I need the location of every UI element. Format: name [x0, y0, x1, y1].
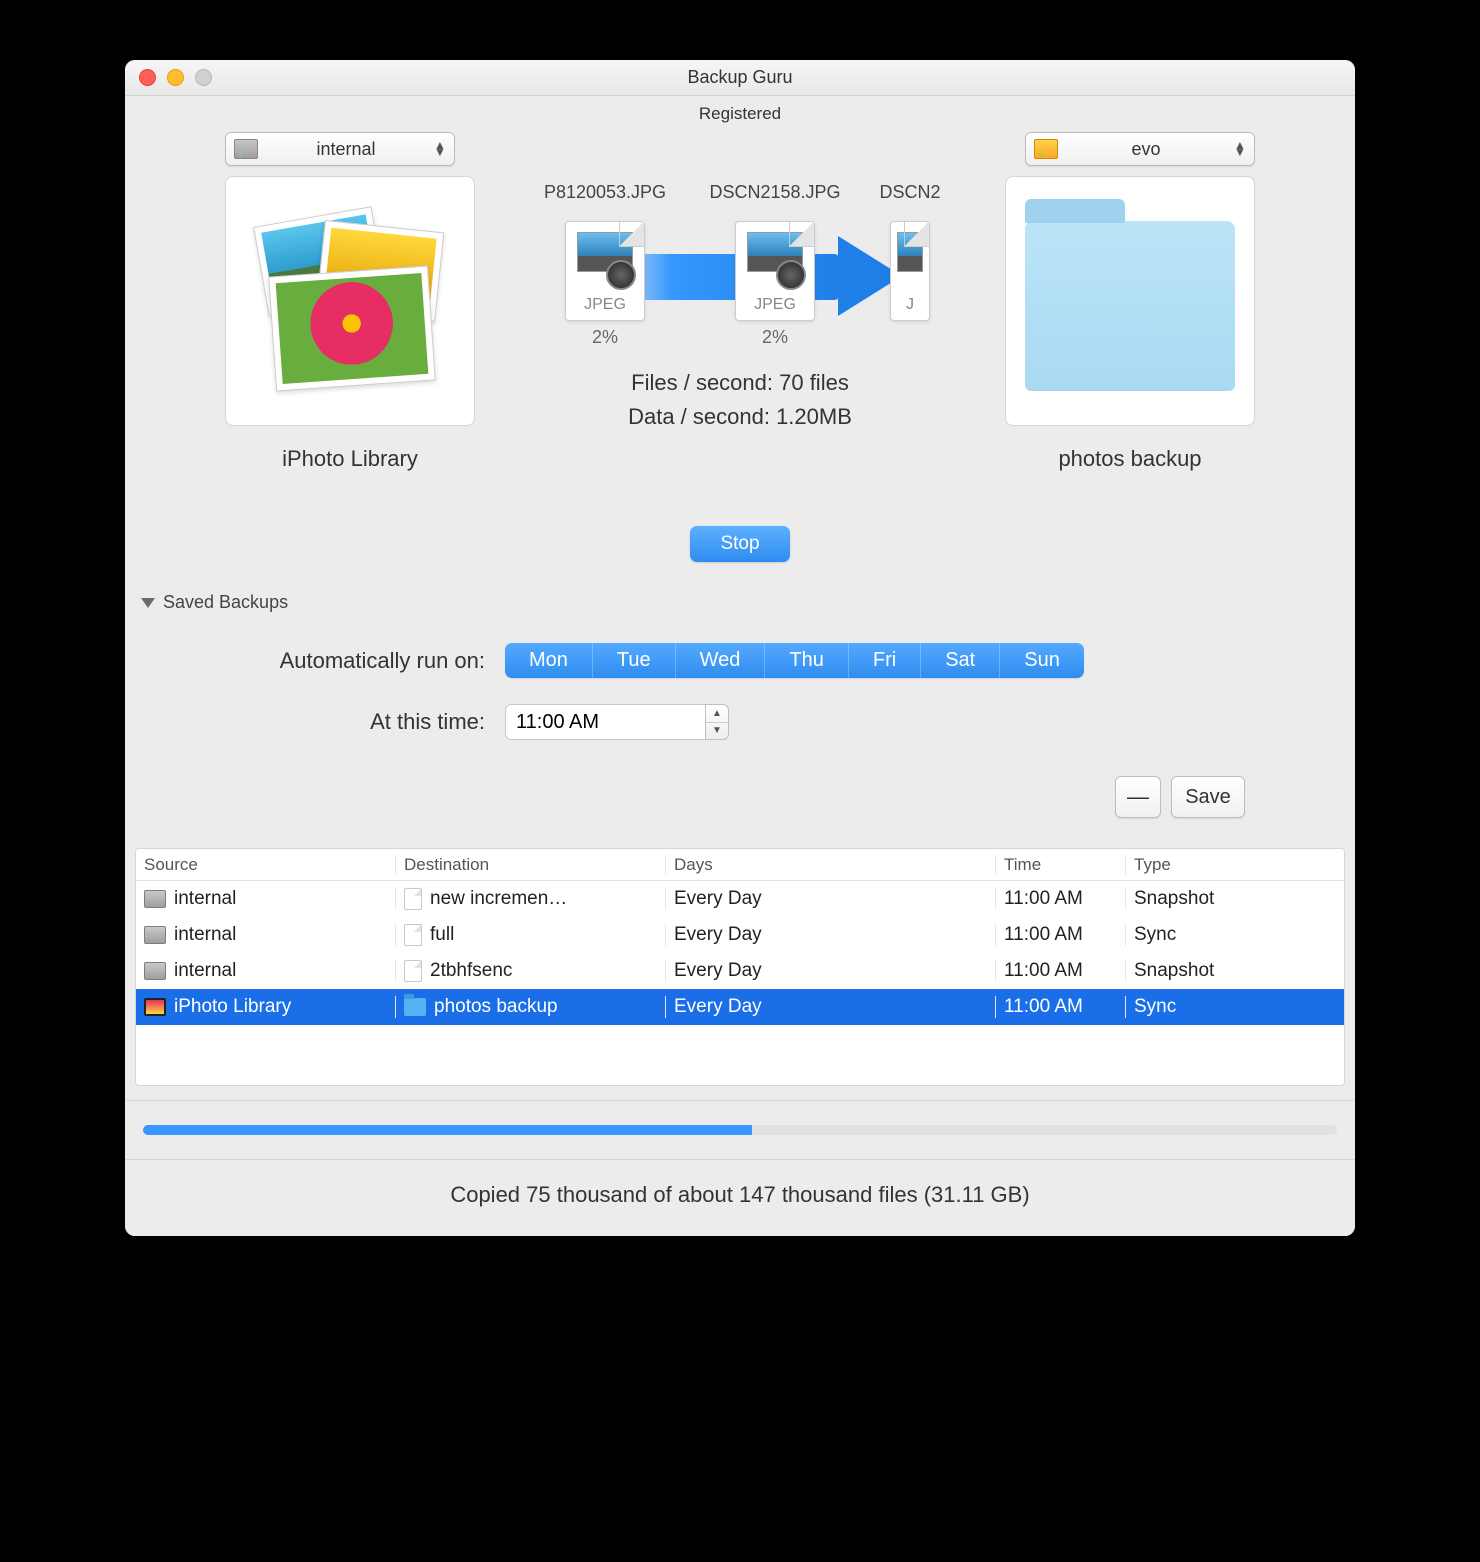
- cell-time: 11:00 AM: [1004, 888, 1083, 910]
- cell-days: Every Day: [674, 888, 762, 910]
- internal-drive-icon: [234, 139, 258, 159]
- file-icon: [404, 888, 422, 910]
- window-title: Backup Guru: [125, 67, 1355, 88]
- source-item-label: iPhoto Library: [225, 446, 475, 472]
- file-name: DSCN2: [880, 182, 940, 203]
- main-panel: Registered internal ▲▼ evo ▲▼: [125, 104, 1355, 582]
- cell-type: Snapshot: [1134, 888, 1214, 910]
- table-row[interactable]: internal full Every Day 11:00 AM Sync: [136, 917, 1344, 953]
- source-well[interactable]: [225, 176, 475, 426]
- disclosure-triangle-icon: [141, 598, 155, 608]
- day-sat[interactable]: Sat: [921, 643, 1000, 678]
- day-selector: Mon Tue Wed Thu Fri Sat Sun: [505, 643, 1084, 678]
- dest-drive-popup[interactable]: evo ▲▼: [1025, 132, 1255, 166]
- iphoto-library-icon: [250, 216, 450, 386]
- source-drive-popup[interactable]: internal ▲▼: [225, 132, 455, 166]
- jpeg-file-icon: JPEG: [735, 221, 815, 321]
- folder-icon: [404, 998, 426, 1016]
- file-progress: 2%: [592, 327, 618, 348]
- col-time[interactable]: Time: [996, 855, 1126, 875]
- day-thu[interactable]: Thu: [765, 643, 848, 678]
- table-row[interactable]: iPhoto Library photos backup Every Day 11:0…: [136, 989, 1344, 1025]
- cell-time: 11:00 AM: [1004, 996, 1083, 1018]
- folder-icon: [1025, 221, 1235, 391]
- table-row[interactable]: internal 2tbhfsenc Every Day 11:00 AM Snapsh…: [136, 953, 1344, 989]
- file-name: DSCN2158.JPG: [709, 182, 840, 203]
- jpeg-file-icon: J: [890, 221, 930, 321]
- cell-type: Sync: [1134, 924, 1176, 946]
- cell-destination: new incremen…: [430, 888, 567, 910]
- file-name: P8120053.JPG: [544, 182, 666, 203]
- col-source[interactable]: Source: [136, 855, 396, 875]
- table-header: Source Destination Days Time Type: [136, 849, 1344, 881]
- cell-destination: photos backup: [434, 996, 558, 1018]
- license-status: Registered: [145, 104, 1335, 124]
- col-days[interactable]: Days: [666, 855, 996, 875]
- drive-icon: [144, 890, 166, 908]
- status-text: Copied 75 thousand of about 147 thousand…: [125, 1160, 1355, 1236]
- day-tue[interactable]: Tue: [593, 643, 676, 678]
- transfer-visual: P8120053.JPG JPEG 2% DSCN2158.JPG JPEG: [495, 176, 985, 434]
- jpeg-file-icon: JPEG: [565, 221, 645, 321]
- save-button[interactable]: Save: [1171, 776, 1245, 818]
- day-mon[interactable]: Mon: [505, 643, 593, 678]
- day-wed[interactable]: Wed: [676, 643, 766, 678]
- col-destination[interactable]: Destination: [396, 855, 666, 875]
- cell-days: Every Day: [674, 924, 762, 946]
- titlebar: Backup Guru: [125, 60, 1355, 96]
- disclosure-label: Saved Backups: [163, 592, 288, 613]
- saved-backups-disclosure[interactable]: Saved Backups: [125, 582, 1355, 613]
- stepper-down-icon[interactable]: ▼: [706, 723, 728, 740]
- col-type[interactable]: Type: [1126, 855, 1344, 875]
- cell-days: Every Day: [674, 996, 762, 1018]
- stepper-up-icon[interactable]: ▲: [706, 705, 728, 723]
- file-icon: [404, 960, 422, 982]
- cell-source: iPhoto Library: [174, 996, 291, 1018]
- cell-type: Snapshot: [1134, 960, 1214, 982]
- cell-source: internal: [174, 960, 236, 982]
- iphoto-icon: [144, 998, 166, 1016]
- file-progress: 2%: [762, 327, 788, 348]
- run-on-label: Automatically run on:: [225, 648, 485, 674]
- drive-icon: [144, 962, 166, 980]
- cell-type: Sync: [1134, 996, 1176, 1018]
- cell-days: Every Day: [674, 960, 762, 982]
- drive-icon: [144, 926, 166, 944]
- remove-button[interactable]: —: [1115, 776, 1161, 818]
- progress-fill: [143, 1125, 752, 1135]
- chevron-updown-icon: ▲▼: [1234, 142, 1246, 156]
- dest-drive-label: evo: [1068, 139, 1224, 160]
- app-window: Backup Guru Registered internal ▲▼ evo ▲…: [125, 60, 1355, 1236]
- day-sun[interactable]: Sun: [1000, 643, 1084, 678]
- cell-destination: 2tbhfsenc: [430, 960, 512, 982]
- chevron-updown-icon: ▲▼: [434, 142, 446, 156]
- time-stepper[interactable]: ▲ ▼: [705, 704, 729, 740]
- cell-source: internal: [174, 924, 236, 946]
- files-per-second: Files / second: 70 files: [628, 366, 852, 400]
- table-row[interactable]: internal new incremen… Every Day 11:00 AM Sn…: [136, 881, 1344, 917]
- progress-bar: [143, 1125, 1337, 1135]
- cell-time: 11:00 AM: [1004, 960, 1083, 982]
- file-icon: [404, 924, 422, 946]
- cell-time: 11:00 AM: [1004, 924, 1083, 946]
- schedule-panel: Automatically run on: Mon Tue Wed Thu Fr…: [125, 613, 1355, 776]
- backups-table: Source Destination Days Time Type intern…: [135, 848, 1345, 1086]
- data-per-second: Data / second: 1.20MB: [628, 400, 852, 434]
- progress-section: [125, 1101, 1355, 1159]
- day-fri[interactable]: Fri: [849, 643, 921, 678]
- transfer-rates: Files / second: 70 files Data / second: …: [628, 366, 852, 434]
- cell-source: internal: [174, 888, 236, 910]
- stop-button[interactable]: Stop: [690, 526, 790, 562]
- external-drive-icon: [1034, 139, 1058, 159]
- dest-well[interactable]: [1005, 176, 1255, 426]
- time-input[interactable]: [505, 704, 705, 740]
- dest-item-label: photos backup: [1005, 446, 1255, 472]
- time-label: At this time:: [225, 709, 485, 735]
- cell-destination: full: [430, 924, 454, 946]
- source-drive-label: internal: [268, 139, 424, 160]
